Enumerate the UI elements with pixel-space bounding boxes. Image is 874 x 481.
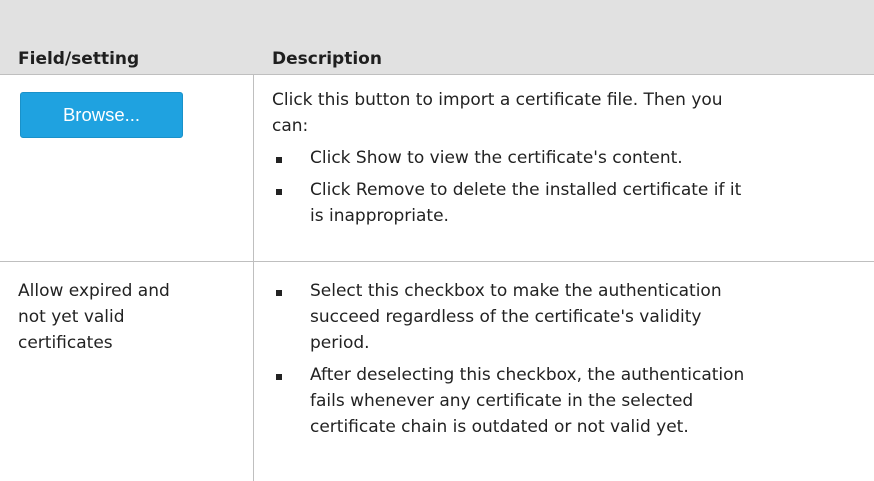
header-description: Description [272,49,382,69]
row1-bullet-remove: is inappropriate. [310,206,449,226]
settings-table: Field/setting Description Browse... Clic… [0,0,874,481]
row1-bullet-show: Click Show to view the certificate's con… [310,148,683,168]
row-divider [0,261,874,262]
row2-bullet-select: Select this checkbox to make the authent… [310,281,722,301]
bullet-icon [276,374,282,380]
bullet-icon [276,189,282,195]
row2-bullet-deselect: fails whenever any certificate in the se… [310,391,694,411]
row2-bullet-deselect: certificate chain is outdated or not val… [310,417,689,437]
table-top-band [0,0,874,21]
row1-description-line: Click this button to import a certificat… [272,90,723,110]
row2-bullet-deselect: After deselecting this checkbox, the aut… [310,365,745,385]
browse-button[interactable]: Browse... [20,92,183,138]
row2-field-label: certificates [18,333,113,353]
row2-bullet-select: period. [310,333,370,353]
row2-field-label: not yet valid [18,307,125,327]
bullet-icon [276,290,282,296]
row1-bullet-remove: Click Remove to delete the installed cer… [310,180,742,200]
column-divider [253,74,254,481]
row1-description-line: can: [272,116,309,136]
row2-bullet-select: succeed regardless of the certificate's … [310,307,702,327]
header-field-setting: Field/setting [18,49,140,69]
bullet-icon [276,157,282,163]
row-divider [0,74,874,75]
row2-field-label: Allow expired and [18,281,170,301]
